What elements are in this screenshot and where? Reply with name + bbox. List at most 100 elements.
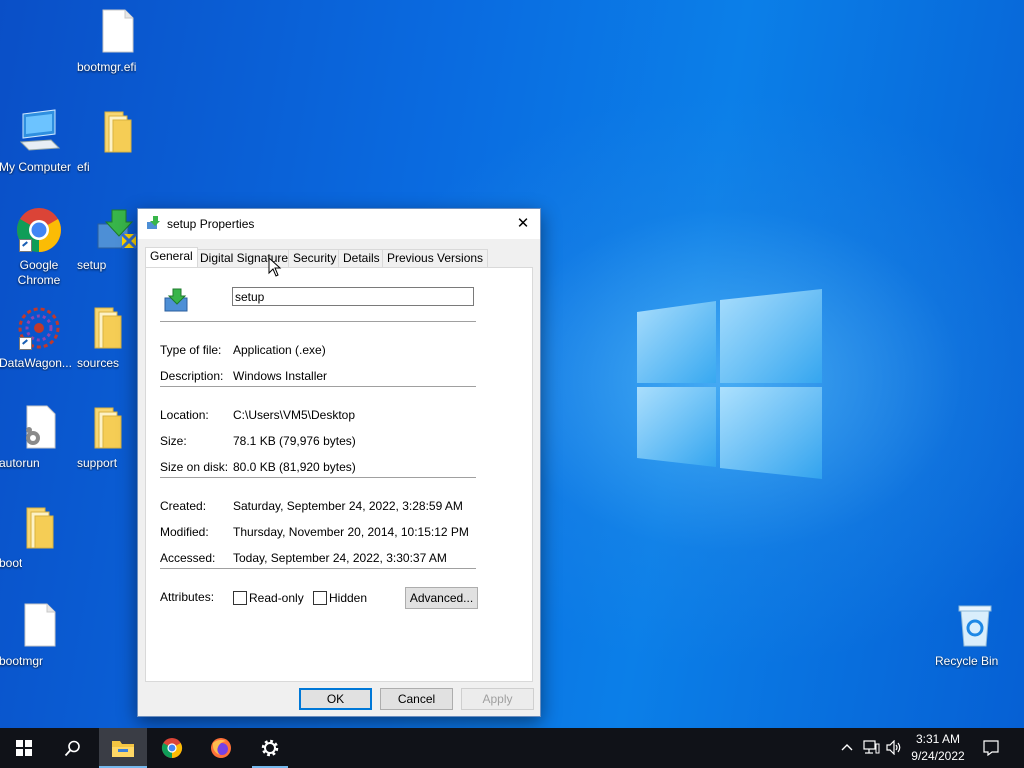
notification-icon — [983, 740, 999, 756]
general-tab-panel: Type of file: Application (.exe) Descrip… — [145, 267, 533, 682]
desktop-icon-label: support — [77, 456, 118, 470]
search-button[interactable] — [48, 728, 96, 768]
hidden-checkbox[interactable] — [313, 591, 327, 605]
taskbar-file-explorer[interactable] — [99, 728, 147, 768]
tab-general[interactable]: General — [145, 247, 198, 267]
volume-button[interactable] — [883, 728, 905, 768]
type-of-file-value: Application (.exe) — [233, 343, 326, 357]
desktop-icon-label: Recycle Bin — [935, 654, 999, 668]
desktop-icon-label: autorun — [0, 456, 40, 470]
tab-details[interactable]: Details — [338, 249, 385, 267]
size-on-disk-value: 80.0 KB (81,920 bytes) — [233, 460, 356, 474]
desktop-icon-recycle-bin[interactable]: Recycle Bin — [935, 602, 1015, 668]
clock-time: 3:31 AM — [915, 732, 961, 746]
desktop-icon-bootmgr-efi[interactable]: bootmgr.efi — [77, 8, 157, 74]
desktop-icon-my-computer[interactable]: My Computer — [0, 108, 79, 174]
installer-icon — [164, 288, 190, 315]
tab-previous-versions[interactable]: Previous Versions — [382, 249, 489, 267]
taskbar-chrome[interactable] — [148, 728, 196, 768]
separator — [160, 477, 476, 478]
desktop-icon-autorun[interactable]: autorun — [0, 404, 79, 470]
attributes-label: Attributes: — [160, 590, 215, 604]
advanced-button[interactable]: Advanced... — [405, 587, 478, 609]
description-value: Windows Installer — [233, 369, 328, 383]
desktop-icon-label: bootmgr — [0, 654, 44, 668]
desktop-icon-label: DataWagon... — [0, 356, 72, 370]
description-label: Description: — [160, 369, 224, 383]
start-button[interactable] — [0, 728, 48, 768]
ok-button[interactable]: OK — [299, 688, 372, 710]
file-icon — [15, 602, 63, 650]
size-value: 78.1 KB (79,976 bytes) — [233, 434, 356, 448]
desktop-icon-label: bootmgr.efi — [77, 60, 137, 74]
folder-icon — [15, 504, 63, 552]
tab-digital-signatures[interactable]: Digital Signatures — [195, 249, 300, 267]
desktop-icon-sources[interactable]: sources — [77, 304, 137, 370]
file-explorer-icon — [112, 741, 134, 757]
close-button[interactable]: ✕ — [512, 213, 534, 235]
read-only-checkbox[interactable] — [233, 591, 247, 605]
desktop-icon-label: efi — [77, 160, 90, 174]
recycle-bin-icon — [951, 602, 999, 650]
taskbar-settings[interactable] — [246, 728, 294, 768]
desktop-icon-efi[interactable]: efi — [77, 108, 157, 174]
desktop-icon-label: My Computer — [0, 160, 72, 174]
hidden-label[interactable]: Hidden — [329, 591, 367, 605]
dialog-title: setup Properties — [167, 217, 255, 231]
location-value: C:\Users\VM5\Desktop — [233, 408, 356, 422]
file-icon — [93, 8, 141, 56]
show-hidden-icons-button[interactable] — [838, 728, 856, 768]
chrome-icon — [15, 206, 63, 254]
search-icon — [64, 740, 80, 757]
datawagon-icon — [15, 304, 63, 352]
installer-icon — [92, 206, 140, 254]
taskbar-firefox[interactable] — [197, 728, 245, 768]
desktop-icon-label: boot — [0, 556, 23, 570]
size-label: Size: — [160, 434, 187, 448]
modified-value: Thursday, November 20, 2014, 10:15:12 PM — [233, 525, 469, 539]
file-name-input[interactable] — [232, 287, 474, 306]
chevron-up-icon — [841, 744, 853, 751]
properties-dialog: setup Properties ✕ General Digital Signa… — [137, 208, 541, 717]
cancel-button[interactable]: Cancel — [380, 688, 453, 710]
separator — [160, 568, 476, 569]
network-button[interactable] — [860, 728, 882, 768]
apply-button[interactable]: Apply — [461, 688, 534, 710]
created-label: Created: — [160, 499, 207, 513]
desktop-icon-support[interactable]: support — [77, 404, 137, 470]
taskbar: 3:31 AM 9/24/2022 — [0, 728, 1024, 768]
separator — [160, 321, 476, 322]
computer-icon — [15, 108, 63, 156]
gear-icon — [261, 739, 279, 757]
folder-icon — [83, 304, 131, 352]
folder-icon — [83, 404, 131, 452]
read-only-label[interactable]: Read-only — [249, 591, 304, 605]
network-icon — [863, 740, 880, 754]
accessed-value: Today, September 24, 2022, 3:30:37 AM — [233, 551, 447, 565]
speaker-icon — [886, 740, 901, 755]
desktop-icon-boot[interactable]: boot — [0, 504, 79, 570]
mouse-cursor-icon — [268, 257, 282, 277]
type-of-file-label: Type of file: — [160, 343, 222, 357]
accessed-label: Accessed: — [160, 551, 216, 565]
location-label: Location: — [160, 408, 209, 422]
desktop-icon-label: setup — [77, 258, 107, 272]
size-on-disk-label: Size on disk: — [160, 460, 229, 474]
tab-security[interactable]: Security — [288, 249, 342, 267]
windows-start-icon — [16, 740, 32, 756]
installer-icon — [147, 216, 161, 233]
firefox-icon — [211, 738, 231, 758]
desktop-icon-label: sources — [77, 356, 120, 370]
folder-icon — [93, 108, 141, 156]
separator — [160, 386, 476, 387]
close-icon: ✕ — [516, 215, 530, 232]
desktop-icon-bootmgr[interactable]: bootmgr — [0, 602, 79, 668]
chrome-icon — [161, 738, 183, 759]
action-center-button[interactable] — [976, 728, 1006, 768]
settings-file-icon — [15, 404, 63, 452]
dialog-titlebar[interactable]: setup Properties ✕ — [138, 209, 540, 239]
desktop-icon-google-chrome[interactable]: Google Chrome — [0, 206, 79, 287]
desktop-icon-datawagon[interactable]: DataWagon... — [0, 304, 79, 370]
created-value: Saturday, September 24, 2022, 3:28:59 AM — [233, 499, 463, 513]
clock-date: 9/24/2022 — [911, 749, 965, 763]
